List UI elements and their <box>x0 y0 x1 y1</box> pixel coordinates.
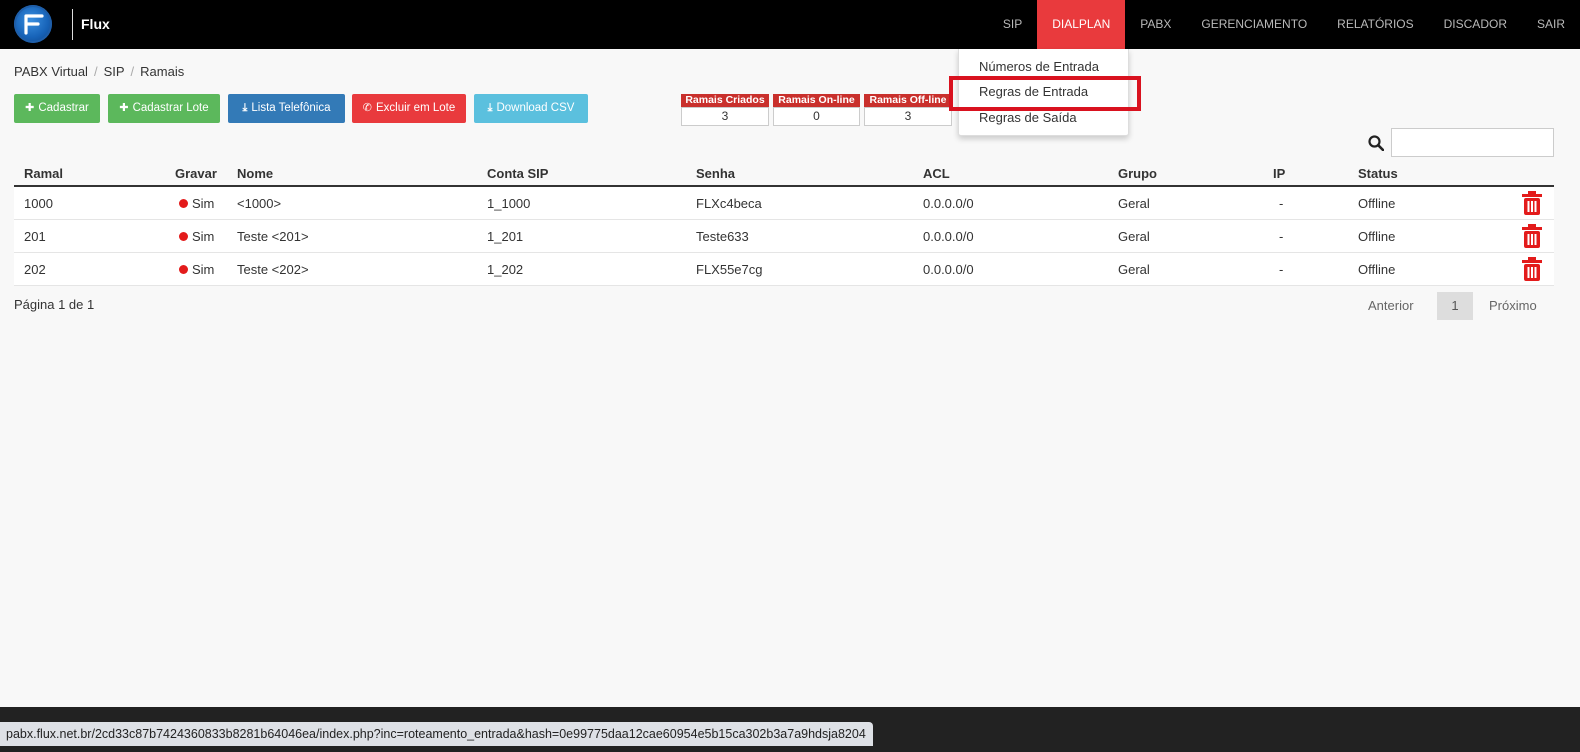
cell-status: Offline <box>1358 229 1396 244</box>
cell-ip: - <box>1279 262 1284 277</box>
stat-label: Ramais On-line <box>773 94 860 107</box>
record-dot-icon <box>179 265 188 274</box>
cell-status: Offline <box>1358 262 1396 277</box>
record-dot-icon <box>179 199 188 208</box>
stat-label: Ramais Criados <box>681 94 769 107</box>
cell-nome: Teste <202> <box>237 262 309 277</box>
cell-acl: 0.0.0.0/0 <box>923 196 974 211</box>
cell-gravar: Sim <box>179 196 214 211</box>
trash-icon[interactable] <box>1521 257 1543 284</box>
lista-telefonica-button[interactable]: ⤓ Lista Telefônica <box>228 94 345 123</box>
table-header: Ramal Gravar Nome Conta SIP Senha ACL Gr… <box>14 165 1554 187</box>
cadastrar-lote-button[interactable]: ✚ Cadastrar Lote <box>108 94 220 123</box>
highlight-box <box>949 76 1141 111</box>
cell-nome: <1000> <box>237 196 282 211</box>
nav-dialplan[interactable]: DIALPLAN <box>1037 0 1126 49</box>
cell-conta-sip: 1_1000 <box>487 196 531 211</box>
cell-grupo: Geral <box>1118 229 1150 244</box>
nav-discador[interactable]: DISCADOR <box>1429 0 1522 49</box>
nav-gerenciamento[interactable]: GERENCIAMENTO <box>1186 0 1322 49</box>
cell-senha: FLXc4beca <box>696 196 762 211</box>
cell-ramal: 1000 <box>24 196 53 211</box>
breadcrumb-sip[interactable]: SIP <box>104 64 125 79</box>
breadcrumb-pabx-virtual[interactable]: PABX Virtual <box>14 64 88 79</box>
cell-ip: - <box>1279 196 1284 211</box>
th-acl[interactable]: ACL <box>923 166 950 181</box>
breadcrumb: PABX Virtual / SIP / Ramais <box>14 64 185 79</box>
th-grupo[interactable]: Grupo <box>1118 166 1157 181</box>
cell-acl: 0.0.0.0/0 <box>923 262 974 277</box>
cadastrar-lote-label: Cadastrar Lote <box>132 102 209 114</box>
cadastrar-button[interactable]: ✚ Cadastrar <box>14 94 100 123</box>
th-senha[interactable]: Senha <box>696 166 735 181</box>
flux-logo-icon[interactable] <box>14 5 52 43</box>
cell-conta-sip: 1_202 <box>487 262 524 277</box>
nav-sip[interactable]: SIP <box>988 0 1037 49</box>
table-row[interactable]: 202 Sim Teste <202> 1_202 FLX55e7cg 0.0.… <box>14 253 1554 286</box>
cell-ip: - <box>1279 229 1284 244</box>
cell-gravar: Sim <box>179 262 214 277</box>
breadcrumb-ramais: Ramais <box>140 64 185 79</box>
cadastrar-label: Cadastrar <box>38 102 89 114</box>
stat-ramais-offline: Ramais Off-line 3 <box>864 94 952 126</box>
search-input[interactable] <box>1391 128 1554 157</box>
trash-icon[interactable] <box>1521 191 1543 218</box>
plus-icon: ✚ <box>119 102 129 114</box>
search-icon[interactable] <box>1368 135 1385 154</box>
download-csv-button[interactable]: ⤓ Download CSV <box>474 94 588 123</box>
stat-value: 3 <box>681 107 769 126</box>
pager-current-page[interactable]: 1 <box>1437 292 1473 320</box>
cell-nome: Teste <201> <box>237 229 309 244</box>
th-conta-sip[interactable]: Conta SIP <box>487 166 548 181</box>
download-icon: ⤓ <box>487 102 493 114</box>
stat-value: 0 <box>773 107 860 126</box>
stat-ramais-criados: Ramais Criados 3 <box>681 94 769 126</box>
main-nav: SIP DIALPLAN PABX GERENCIAMENTO RELATÓRI… <box>988 0 1580 49</box>
dropdown-item-regras-saida[interactable]: Regras de Saída <box>979 110 1077 125</box>
download-csv-label: Download CSV <box>496 102 575 114</box>
th-ip[interactable]: IP <box>1273 166 1285 181</box>
cell-ramal: 202 <box>24 262 46 277</box>
lista-telefonica-label: Lista Telefônica <box>251 102 331 114</box>
cell-senha: FLX55e7cg <box>696 262 763 277</box>
stat-ramais-online: Ramais On-line 0 <box>773 94 860 126</box>
plus-icon: ✚ <box>25 102 35 114</box>
stat-label: Ramais Off-line <box>864 94 952 107</box>
status-url: pabx.flux.net.br/2cd33c87b7424360833b828… <box>0 722 873 746</box>
cell-senha: Teste633 <box>696 229 749 244</box>
brand-name[interactable]: Flux <box>81 16 110 32</box>
table-row[interactable]: 201 Sim Teste <201> 1_201 Teste633 0.0.0… <box>14 220 1554 253</box>
cell-gravar: Sim <box>179 229 214 244</box>
cell-conta-sip: 1_201 <box>487 229 524 244</box>
pager-next-button[interactable]: Próximo <box>1489 298 1537 313</box>
table-row[interactable]: 1000 Sim <1000> 1_1000 FLXc4beca 0.0.0.0… <box>14 187 1554 220</box>
record-dot-icon <box>179 232 188 241</box>
nav-sair[interactable]: SAIR <box>1522 0 1580 49</box>
th-nome[interactable]: Nome <box>237 166 273 181</box>
brand-separator <box>72 9 73 40</box>
cell-grupo: Geral <box>1118 262 1150 277</box>
cell-acl: 0.0.0.0/0 <box>923 229 974 244</box>
dropdown-item-numeros-entrada[interactable]: Números de Entrada <box>979 59 1099 74</box>
excluir-lote-label: Excluir em Lote <box>375 102 456 114</box>
top-navbar: Flux SIP DIALPLAN PABX GERENCIAMENTO REL… <box>0 0 1580 49</box>
excluir-lote-button[interactable]: ✆ Excluir em Lote <box>352 94 466 123</box>
cell-status: Offline <box>1358 196 1396 211</box>
phone-icon: ✆ <box>362 102 372 114</box>
stat-value: 3 <box>864 107 952 126</box>
cell-grupo: Geral <box>1118 196 1150 211</box>
th-status[interactable]: Status <box>1358 166 1398 181</box>
page-info: Página 1 de 1 <box>14 297 95 312</box>
th-ramal[interactable]: Ramal <box>24 166 63 181</box>
th-gravar[interactable]: Gravar <box>175 166 217 181</box>
cell-ramal: 201 <box>24 229 46 244</box>
trash-icon[interactable] <box>1521 224 1543 251</box>
nav-relatorios[interactable]: RELATÓRIOS <box>1322 0 1428 49</box>
nav-pabx[interactable]: PABX <box>1125 0 1186 49</box>
download-icon: ⤓ <box>242 102 248 114</box>
pager-prev-button[interactable]: Anterior <box>1368 298 1414 313</box>
